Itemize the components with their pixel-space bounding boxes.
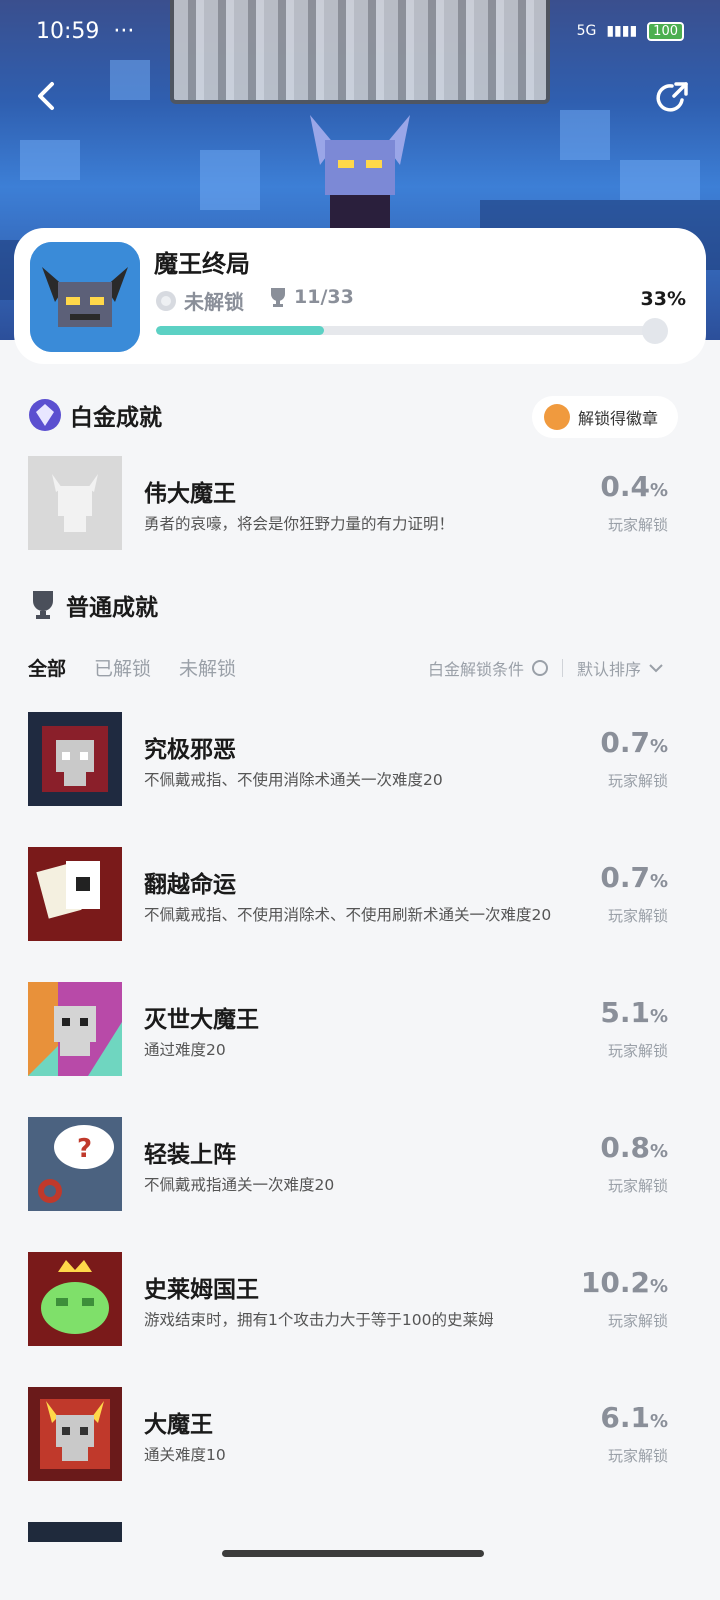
achievement-name: 灭世大魔王: [144, 1007, 259, 1033]
signal-icon: ▮▮▮▮: [606, 23, 638, 39]
trophy-icon: [271, 288, 285, 307]
trophy-progress: 11/33: [268, 286, 354, 308]
achievement-description: 通关难度10: [144, 1446, 226, 1464]
platinum-gem-icon: [29, 399, 61, 431]
unlock-percent: 0.4%: [600, 470, 668, 503]
unlock-percent-label: 玩家解锁: [607, 772, 668, 790]
normal-section-header: 普通成就: [28, 588, 158, 622]
achievement-thumbnail: ?: [28, 1117, 122, 1211]
unlock-percent-label: 玩家解锁: [607, 516, 668, 534]
home-indicator[interactable]: [222, 1550, 484, 1557]
normal-section-title: 普通成就: [66, 595, 158, 621]
game-summary-card: 魔王终局 未解锁 11/33 33%: [14, 228, 706, 364]
progress-percent: 33%: [640, 288, 686, 310]
progress-bar: [156, 326, 666, 335]
achievement-name: 伟大魔王: [144, 481, 236, 507]
unlock-badge-label: 解锁得徽章: [578, 409, 659, 428]
achievement-name: 究极邪恶: [144, 737, 236, 763]
platinum-condition-toggle-label[interactable]: 白金解锁条件: [428, 656, 524, 680]
platinum-lock-status: 未解锁: [154, 286, 244, 315]
unlock-percent: 0.8%: [600, 1131, 668, 1164]
achievement-row[interactable]: 史莱姆国王游戏结束时，拥有1个攻击力大于等于100的史莱姆 10.2% 玩家解锁: [28, 1252, 692, 1346]
platinum-condition-radio[interactable]: [532, 660, 549, 676]
platinum-gem-icon: [156, 290, 176, 311]
unlock-percent-label: 玩家解锁: [607, 1447, 668, 1465]
back-arrow-icon[interactable]: [28, 76, 68, 116]
achievement-row[interactable]: 灭世大魔王通过难度20 5.1% 玩家解锁: [28, 982, 692, 1076]
achievement-description: 不佩戴戒指、不使用消除术、不使用刷新术通关一次难度20: [144, 906, 552, 924]
achievement-thumbnail: [28, 847, 122, 941]
progress-end-marker: [642, 318, 668, 344]
platinum-section-header: 白金成就: [28, 398, 162, 432]
progress-bar-fill: [156, 326, 325, 335]
lock-status-label: 未解锁: [184, 290, 244, 314]
unlock-percent: 5.1%: [600, 996, 668, 1029]
achievement-name: 大魔王: [144, 1412, 213, 1438]
achievement-name: 史莱姆国王: [144, 1277, 259, 1303]
unlock-percent-label: 玩家解锁: [607, 1177, 668, 1195]
battery-icon: 100: [647, 21, 684, 41]
achievement-description: 通过难度20: [144, 1041, 226, 1059]
status-time: 10:59: [36, 18, 100, 44]
share-icon[interactable]: [652, 78, 692, 118]
unlock-percent-label: 玩家解锁: [607, 1042, 668, 1060]
unlock-percent-label: 玩家解锁: [607, 1312, 668, 1330]
list-item-partial-thumbnail: [28, 1522, 122, 1542]
unlock-percent: 0.7%: [600, 726, 668, 759]
platinum-achievement-thumbnail: [28, 456, 122, 550]
tab-all[interactable]: 全部: [28, 654, 66, 681]
sort-dropdown[interactable]: 默认排序: [577, 656, 641, 680]
achievement-description: 不佩戴戒指通关一次难度20: [144, 1176, 335, 1194]
achievements-page: 10:59 ··· 5G ▮▮▮▮ 100 魔王终局 未解锁 11/33 33%…: [0, 0, 720, 1600]
demon-mascot-art: [310, 115, 410, 235]
network-label: 5G: [576, 23, 597, 39]
tab-locked[interactable]: 未解锁: [179, 654, 236, 681]
achievement-thumbnail: [28, 1387, 122, 1481]
achievement-row[interactable]: 翻越命运不佩戴戒指、不使用消除术、不使用刷新术通关一次难度20 0.7% 玩家解锁: [28, 847, 692, 941]
badge-icon: [544, 404, 570, 430]
unlock-badge-pill[interactable]: 解锁得徽章: [532, 396, 678, 438]
unlock-percent: 10.2%: [580, 1266, 668, 1299]
achievement-row[interactable]: 究极邪恶不佩戴戒指、不使用消除术通关一次难度20 0.7% 玩家解锁: [28, 712, 692, 806]
unlock-percent: 0.7%: [600, 861, 668, 894]
achievement-row[interactable]: ? 轻装上阵不佩戴戒指通关一次难度20 0.8% 玩家解锁: [28, 1117, 692, 1211]
achievement-thumbnail: [28, 712, 122, 806]
divider: [562, 659, 564, 677]
svg-text:?: ?: [77, 1134, 92, 1164]
achievement-filter-tabs: 全部 已解锁 未解锁: [28, 654, 236, 681]
filter-controls: 白金解锁条件 默认排序: [428, 656, 663, 680]
achievement-thumbnail: [28, 982, 122, 1076]
achievement-name: 翻越命运: [144, 872, 236, 898]
platinum-section-title: 白金成就: [70, 405, 162, 431]
achievement-row[interactable]: 大魔王通关难度10 6.1% 玩家解锁: [28, 1387, 692, 1481]
notification-dots: ···: [113, 18, 135, 44]
trophy-icon: [33, 591, 53, 619]
achievement-thumbnail: [28, 1252, 122, 1346]
trophy-count: 11/33: [294, 286, 354, 308]
tab-unlocked[interactable]: 已解锁: [94, 654, 151, 681]
status-bar: 10:59 ··· 5G ▮▮▮▮ 100: [0, 0, 720, 62]
game-title: 魔王终局: [154, 250, 250, 278]
achievement-description: 游戏结束时，拥有1个攻击力大于等于100的史莱姆: [144, 1311, 494, 1329]
chevron-down-icon[interactable]: [649, 663, 663, 673]
unlock-percent-label: 玩家解锁: [607, 907, 668, 925]
achievement-name: 轻装上阵: [144, 1142, 236, 1168]
unlock-percent: 6.1%: [600, 1401, 668, 1434]
platinum-achievement-row[interactable]: 伟大魔王 勇者的哀嚎，将会是你狂野力量的有力证明！ 0.4% 玩家解锁: [28, 456, 692, 550]
game-icon[interactable]: [30, 242, 140, 352]
achievement-description: 不佩戴戒指、不使用消除术通关一次难度20: [144, 771, 443, 789]
achievement-description: 勇者的哀嚎，将会是你狂野力量的有力证明！: [144, 515, 455, 533]
